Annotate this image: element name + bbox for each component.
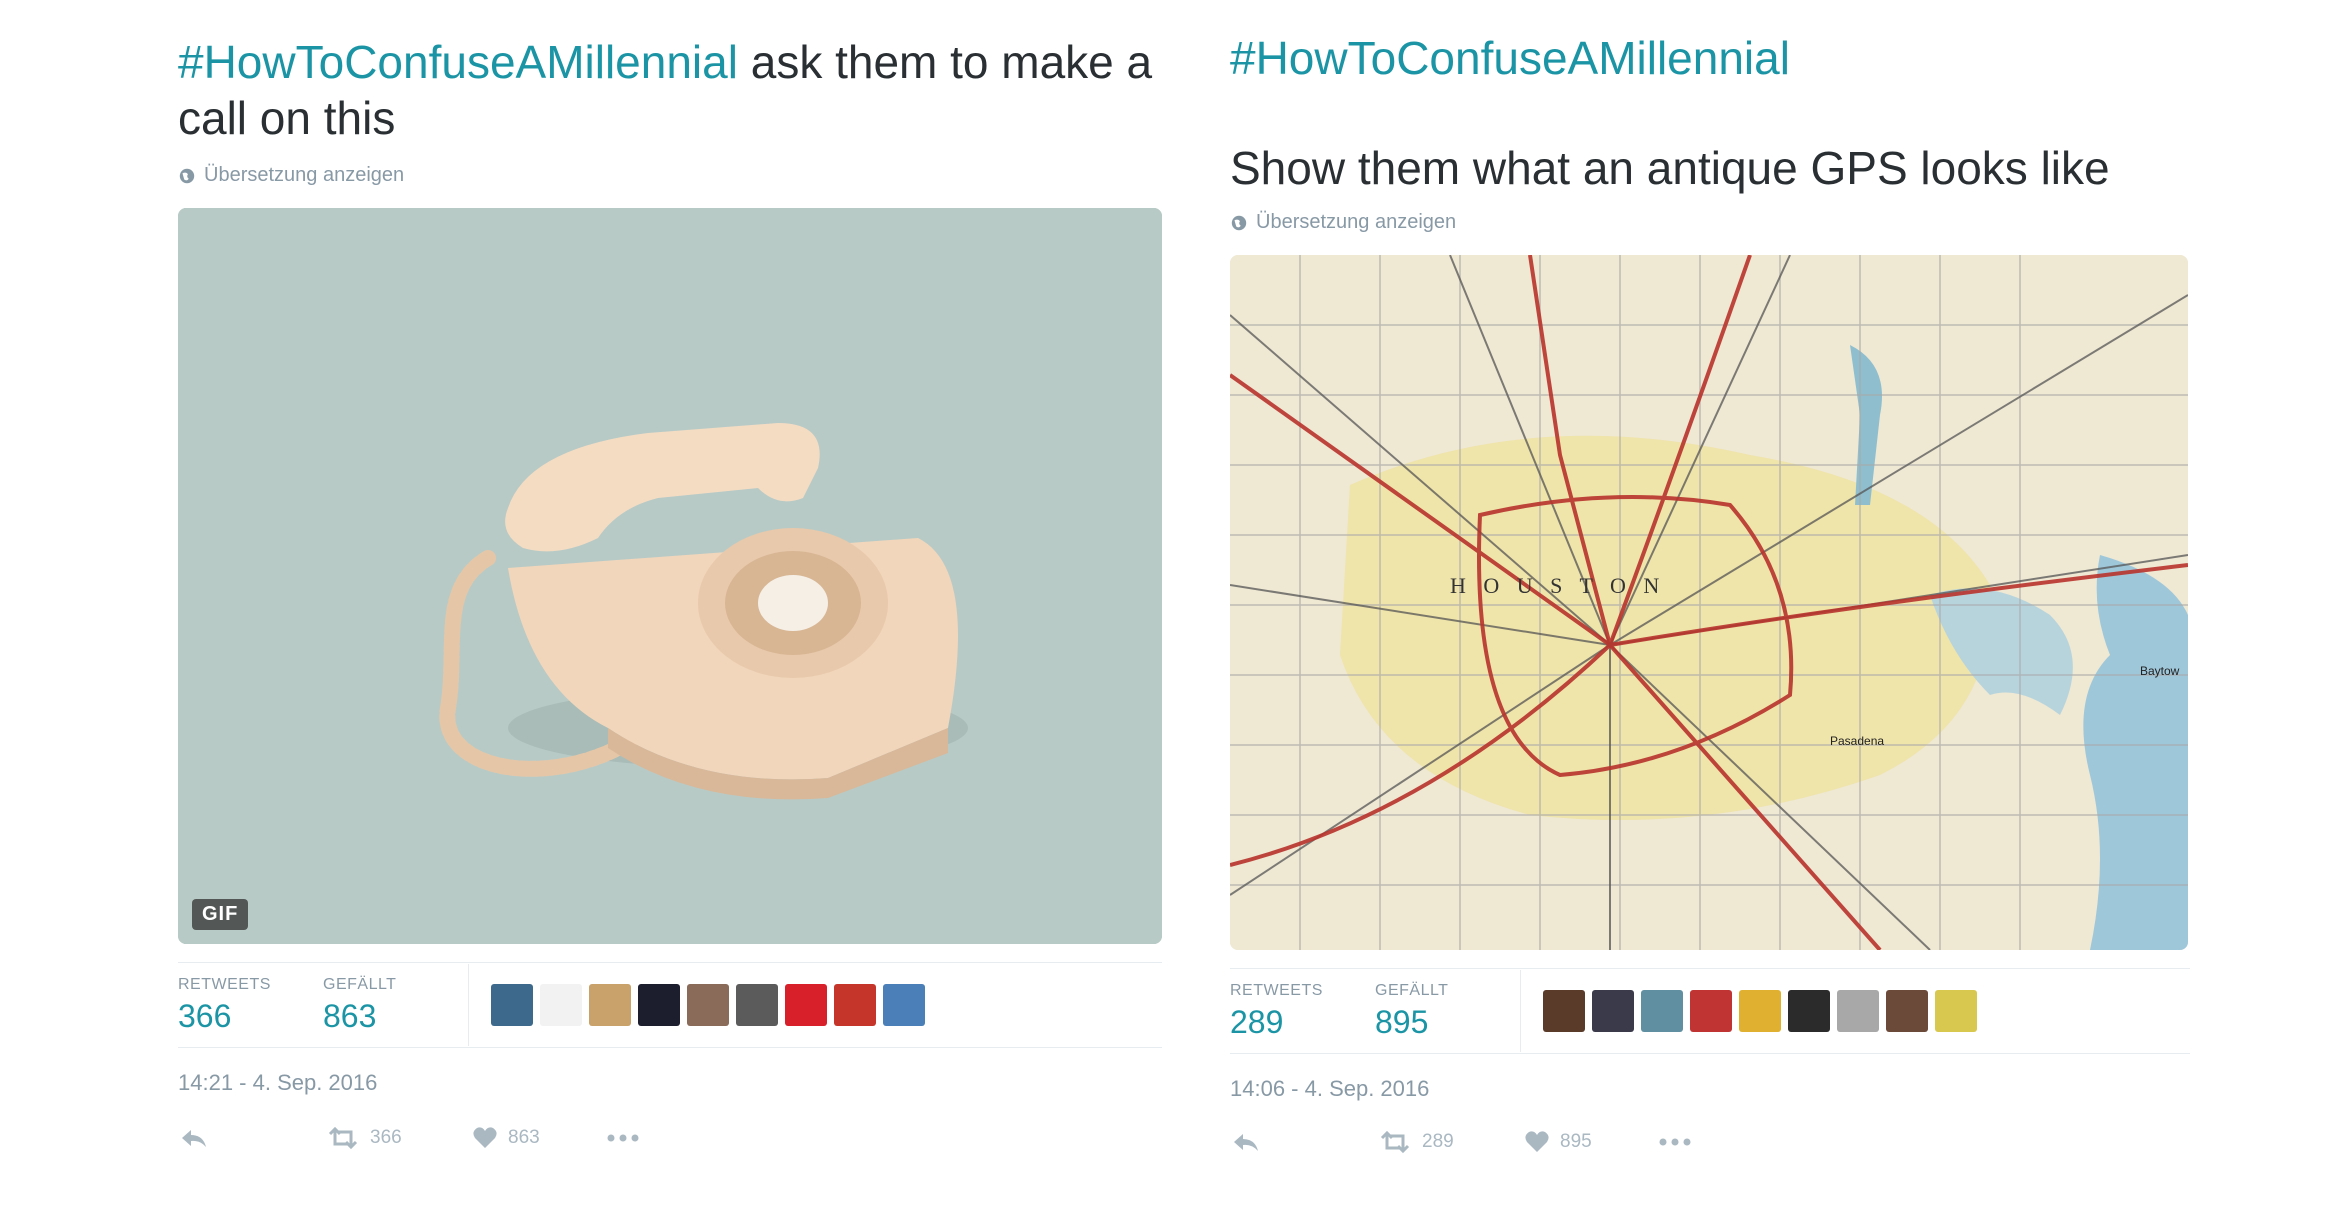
heart-icon [1525,1131,1549,1152]
houston-map-image: H O U S T O N Pasadena Baytow [1230,255,2188,950]
tweet-actions: 366 863 [180,1126,640,1150]
liker-avatar[interactable] [834,984,876,1026]
retweets-stat[interactable]: RETWEETS 289 [1230,982,1375,1041]
retweet-count: 289 [1422,1131,1454,1152]
liker-avatar[interactable] [1837,990,1879,1032]
retweets-count: 366 [178,997,232,1034]
more-button[interactable] [1658,1137,1692,1147]
liker-avatar[interactable] [638,984,680,1026]
stats-divider [1520,970,1521,1052]
tweet-timestamp[interactable]: 14:06 - 4. Sep. 2016 [1230,1076,1429,1102]
liker-avatar[interactable] [1935,990,1977,1032]
telephone-image [178,208,1162,944]
hashtag-link[interactable]: #HowToConfuseAMillennial [178,36,738,88]
show-translation-link[interactable]: Übersetzung anzeigen [1230,211,1456,234]
show-translation-link[interactable]: Übersetzung anzeigen [178,164,404,187]
tweet-media-gif[interactable]: GIF [178,208,1162,944]
translate-label: Übersetzung anzeigen [204,164,405,186]
like-button[interactable]: 863 [472,1126,606,1150]
like-count: 895 [1560,1131,1592,1152]
retweet-button[interactable]: 366 [326,1126,472,1150]
liker-avatar[interactable] [1592,990,1634,1032]
liker-avatar[interactable] [1739,990,1781,1032]
tweet-timestamp[interactable]: 14:21 - 4. Sep. 2016 [178,1070,377,1096]
liker-avatar[interactable] [1886,990,1928,1032]
more-icon [607,1134,639,1142]
liker-avatars [1543,990,1977,1032]
liker-avatar[interactable] [1788,990,1830,1032]
retweet-count: 366 [370,1127,402,1148]
more-button[interactable] [606,1133,640,1143]
liker-avatar[interactable] [589,984,631,1026]
reply-icon [182,1130,206,1147]
liker-avatar[interactable] [1641,990,1683,1032]
tweet-text: #HowToConfuseAMillennial ask them to mak… [178,34,1162,146]
retweets-label: RETWEETS [1230,981,1323,999]
stats-divider [468,964,469,1046]
reply-icon [1234,1134,1258,1151]
map-city-label: H O U S T O N [1450,573,1665,598]
tweet-stats: RETWEETS 366 GEFÄLLT 863 [178,962,1162,1048]
liker-avatar[interactable] [1543,990,1585,1032]
liker-avatar[interactable] [540,984,582,1026]
liker-avatar[interactable] [785,984,827,1026]
liker-avatar[interactable] [1690,990,1732,1032]
heart-icon [473,1127,497,1148]
liker-avatar[interactable] [491,984,533,1026]
retweet-icon [328,1126,358,1150]
map-pasadena-label: Pasadena [1830,734,1884,748]
hashtag-link[interactable]: #HowToConfuseAMillennial [1230,32,1790,84]
liker-avatar[interactable] [883,984,925,1026]
tweet-hashtag-line: #HowToConfuseAMillennial [1230,30,1790,86]
retweets-stat[interactable]: RETWEETS 366 [178,976,323,1035]
like-button[interactable]: 895 [1524,1130,1658,1154]
tweet-stats: RETWEETS 289 GEFÄLLT 895 [1230,968,2190,1054]
like-count: 863 [508,1127,540,1148]
tweet-body: Show them what an antique GPS looks like [1230,142,2110,194]
retweets-label: RETWEETS [178,975,271,993]
retweets-count: 289 [1230,1003,1284,1040]
likes-stat[interactable]: GEFÄLLT 863 [323,976,468,1035]
retweet-icon [1380,1130,1410,1154]
liker-avatar[interactable] [687,984,729,1026]
map-baytown-label: Baytow [2140,664,2180,678]
globe-icon [179,168,195,183]
retweet-button[interactable]: 289 [1378,1130,1524,1154]
likes-label: GEFÄLLT [1375,981,1449,999]
likes-stat[interactable]: GEFÄLLT 895 [1375,982,1520,1041]
tweet-media-map[interactable]: H O U S T O N Pasadena Baytow [1230,255,2188,950]
translate-label: Übersetzung anzeigen [1256,211,1457,233]
likes-label: GEFÄLLT [323,975,397,993]
liker-avatars [491,984,925,1026]
reply-button[interactable] [1232,1130,1378,1154]
more-icon [1659,1138,1691,1146]
gif-badge: GIF [192,899,249,930]
globe-icon [1231,215,1247,230]
reply-button[interactable] [180,1126,326,1150]
liker-avatar[interactable] [736,984,778,1026]
likes-count: 863 [323,997,377,1034]
tweet-actions: 289 895 [1232,1130,1692,1154]
likes-count: 895 [1375,1003,1429,1040]
